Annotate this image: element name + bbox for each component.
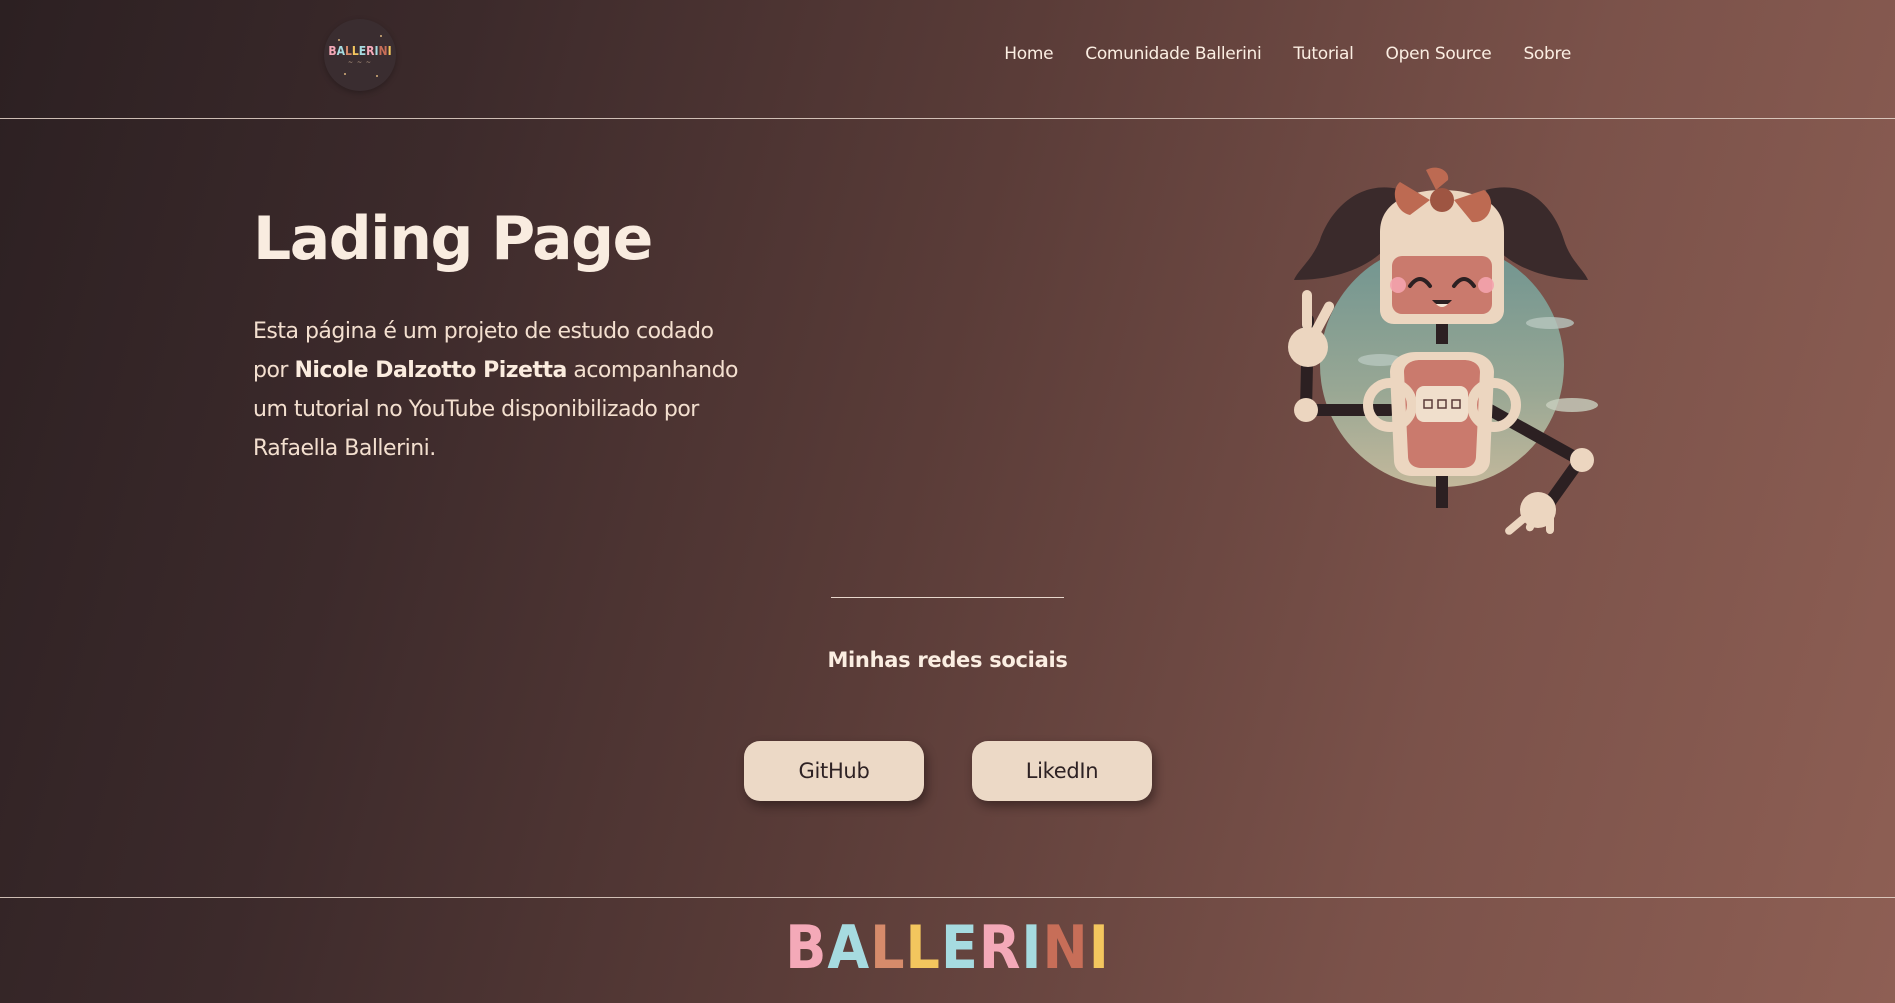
main-nav: Home Comunidade Ballerini Tutorial Open …	[1004, 44, 1571, 64]
logo-subtext: ~ ~ ~	[348, 59, 372, 66]
footer-logo-letter: R	[978, 913, 1022, 983]
footer-ballerini-logo: BALLERINI	[0, 918, 1895, 978]
nav-comunidade-ballerini[interactable]: Comunidade Ballerini	[1085, 44, 1261, 64]
nav-tutorial[interactable]: Tutorial	[1293, 44, 1353, 64]
social-title: Minhas redes sociais	[827, 648, 1068, 672]
linkedin-button[interactable]: LikedIn	[972, 741, 1152, 801]
ballerini-logo[interactable]: BALLERINI ~ ~ ~	[324, 19, 396, 91]
logo-sparkle	[344, 73, 346, 75]
footer-logo-letter: L	[870, 913, 906, 983]
robot-girl-illustration	[1288, 167, 1598, 535]
hero-description: Esta página é um projeto de estudo codad…	[253, 312, 753, 468]
logo-sparkle	[338, 39, 340, 41]
github-button[interactable]: GitHub	[744, 741, 924, 801]
footer-divider	[0, 897, 1895, 898]
section-divider	[831, 597, 1064, 598]
nav-open-source[interactable]: Open Source	[1386, 44, 1492, 64]
logo-sparkle	[376, 75, 378, 77]
nav-sobre[interactable]: Sobre	[1523, 44, 1571, 64]
footer-logo-letter: E	[940, 913, 979, 983]
header-divider	[0, 118, 1895, 119]
footer-logo-letter: B	[785, 913, 828, 983]
logo-sparkle	[380, 35, 382, 37]
page-title: Lading Page	[253, 204, 653, 274]
footer-logo-letter: N	[1042, 913, 1089, 983]
footer-logo-letter: L	[905, 913, 941, 983]
logo-text: BALLERINI	[328, 44, 392, 58]
footer-logo-letter: A	[827, 913, 871, 983]
footer-logo-letter: I	[1021, 913, 1043, 983]
nav-home[interactable]: Home	[1004, 44, 1053, 64]
footer-logo-letter: I	[1088, 913, 1110, 983]
author-name: Nicole Dalzotto Pizetta	[294, 358, 567, 383]
